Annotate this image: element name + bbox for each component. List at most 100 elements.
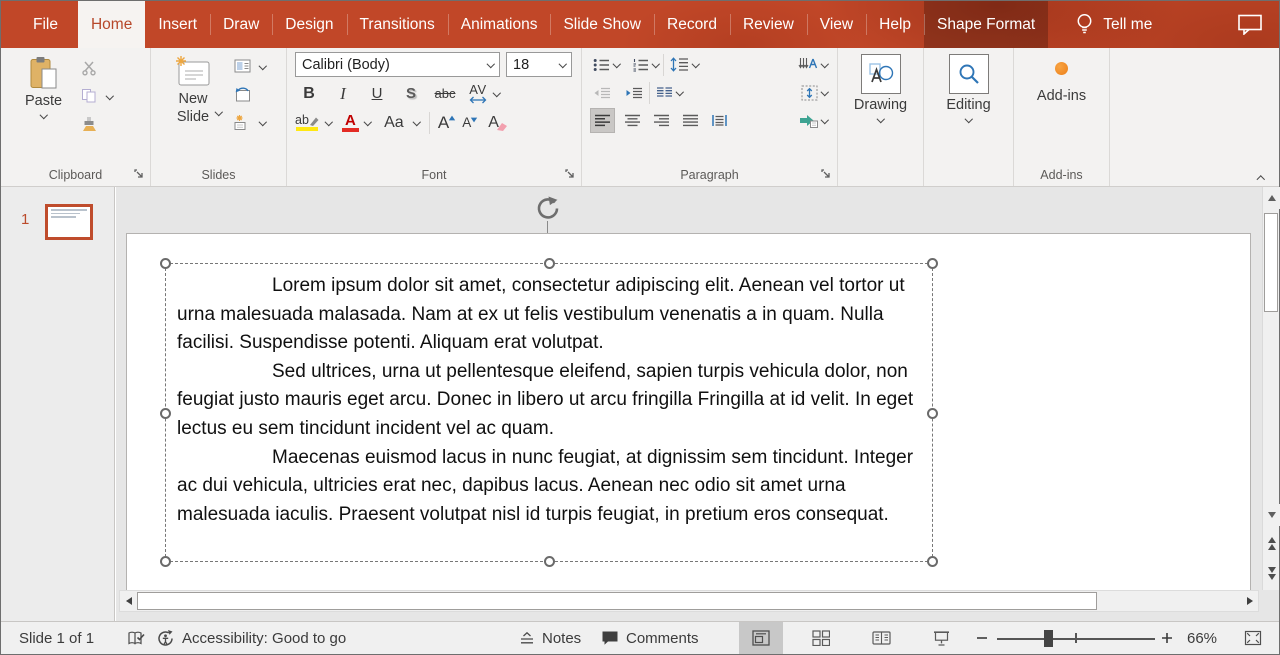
font-color-button[interactable]: A xyxy=(342,113,359,133)
bullets-chevron[interactable] xyxy=(613,61,621,68)
highlight-chevron[interactable] xyxy=(325,119,333,126)
bullets-button[interactable] xyxy=(590,52,613,77)
zoom-out-button[interactable] xyxy=(976,622,988,654)
copy-button[interactable] xyxy=(76,84,102,108)
font-size-combobox[interactable] xyxy=(506,52,572,77)
tab-insert[interactable]: Insert xyxy=(145,1,210,48)
tab-view[interactable]: View xyxy=(807,1,866,48)
resize-handle-middle-left[interactable] xyxy=(160,408,171,419)
font-size-chevron[interactable] xyxy=(559,61,567,68)
scroll-down-button[interactable] xyxy=(1263,504,1280,526)
section-button[interactable] xyxy=(229,110,255,134)
underline-button[interactable]: U xyxy=(363,81,391,106)
increase-font-size-button[interactable]: A xyxy=(438,114,449,131)
text-shadow-button[interactable]: S xyxy=(397,81,425,106)
tell-me-button[interactable]: Tell me xyxy=(1076,1,1152,48)
slide-thumbnail[interactable] xyxy=(45,204,93,240)
next-slide-button[interactable] xyxy=(1263,559,1280,588)
vertical-scroll-thumb[interactable] xyxy=(1264,213,1278,312)
highlight-color-button[interactable]: ab xyxy=(295,114,320,131)
tab-help[interactable]: Help xyxy=(866,1,924,48)
editing-button[interactable] xyxy=(949,54,989,94)
clipboard-dialog-launcher[interactable] xyxy=(133,168,145,180)
horizontal-scroll-thumb[interactable] xyxy=(137,592,1097,610)
change-case-button[interactable]: Aa xyxy=(380,110,408,135)
strikethrough-button[interactable]: abc xyxy=(431,81,459,106)
tab-animations[interactable]: Animations xyxy=(448,1,551,48)
resize-handle-middle-right[interactable] xyxy=(927,408,938,419)
drawing-button[interactable] xyxy=(861,54,901,94)
slide-show-button[interactable] xyxy=(919,622,963,654)
text-box-content[interactable]: Lorem ipsum dolor sit amet, consectetur … xyxy=(166,264,932,529)
drawing-chevron[interactable] xyxy=(877,116,885,123)
align-text-button[interactable] xyxy=(798,80,821,105)
font-size-input[interactable] xyxy=(513,57,559,73)
comments-button[interactable]: Comments xyxy=(601,622,699,654)
decrease-indent-button[interactable] xyxy=(590,80,614,105)
font-name-combobox[interactable] xyxy=(295,52,500,77)
tab-design[interactable]: Design xyxy=(272,1,346,48)
previous-slide-button[interactable] xyxy=(1263,529,1280,558)
tab-transitions[interactable]: Transitions xyxy=(347,1,448,48)
increase-indent-button[interactable] xyxy=(622,80,646,105)
tab-slide-show[interactable]: Slide Show xyxy=(550,1,654,48)
reset-slide-button[interactable] xyxy=(229,82,255,106)
tab-draw[interactable]: Draw xyxy=(210,1,272,48)
align-center-button[interactable] xyxy=(621,108,644,133)
text-direction-button[interactable] xyxy=(795,52,821,77)
paste-dropdown-chevron[interactable] xyxy=(40,112,48,119)
resize-handle-top-right[interactable] xyxy=(927,258,938,269)
decrease-font-size-button[interactable]: A xyxy=(462,116,471,130)
reading-view-button[interactable] xyxy=(859,622,903,654)
normal-view-button[interactable] xyxy=(739,622,783,654)
scroll-up-button[interactable] xyxy=(1263,187,1280,209)
character-spacing-button[interactable]: AV xyxy=(469,83,487,104)
justify-button[interactable] xyxy=(679,108,702,133)
numbering-button[interactable] xyxy=(629,52,652,77)
editing-chevron[interactable] xyxy=(965,116,973,123)
vertical-scrollbar[interactable] xyxy=(1262,187,1279,590)
layout-dropdown-chevron[interactable] xyxy=(259,63,267,70)
text-direction-chevron[interactable] xyxy=(821,61,829,68)
notes-button[interactable]: Notes xyxy=(519,622,581,654)
tab-record[interactable]: Record xyxy=(654,1,730,48)
resize-handle-bottom-center[interactable] xyxy=(544,556,555,567)
align-right-button[interactable] xyxy=(650,108,673,133)
bold-button[interactable]: B xyxy=(295,81,323,106)
fit-slide-to-window-button[interactable] xyxy=(1244,622,1262,654)
clear-formatting-button[interactable]: A xyxy=(488,115,499,131)
selected-text-box[interactable]: Lorem ipsum dolor sit amet, consectetur … xyxy=(165,263,933,562)
collapse-ribbon-chevron[interactable] xyxy=(1257,174,1265,181)
horizontal-scrollbar[interactable] xyxy=(119,590,1259,612)
line-spacing-button[interactable] xyxy=(667,52,692,77)
slide-canvas[interactable]: Lorem ipsum dolor sit amet, consectetur … xyxy=(126,233,1251,591)
smartart-chevron[interactable] xyxy=(821,117,829,124)
slide-sorter-view-button[interactable] xyxy=(799,622,843,654)
rotate-handle-icon[interactable] xyxy=(535,195,561,221)
italic-button[interactable]: I xyxy=(329,81,357,106)
cut-button[interactable] xyxy=(76,56,102,80)
paste-button[interactable]: Paste xyxy=(17,52,70,164)
zoom-in-button[interactable] xyxy=(1161,622,1173,654)
spell-check-button[interactable] xyxy=(127,622,145,654)
addins-button[interactable]: Add-ins xyxy=(1037,88,1086,104)
section-dropdown-chevron[interactable] xyxy=(259,119,267,126)
tab-home[interactable]: Home xyxy=(78,1,145,48)
change-case-chevron[interactable] xyxy=(413,119,421,126)
font-dialog-launcher[interactable] xyxy=(564,168,576,180)
font-color-chevron[interactable] xyxy=(364,119,372,126)
zoom-slider-thumb[interactable] xyxy=(1044,630,1053,647)
columns-chevron[interactable] xyxy=(676,89,684,96)
align-text-chevron[interactable] xyxy=(821,89,829,96)
new-slide-button[interactable]: New Slide xyxy=(161,52,225,164)
slide-layout-button[interactable] xyxy=(229,54,255,78)
character-spacing-chevron[interactable] xyxy=(493,90,501,97)
resize-handle-bottom-left[interactable] xyxy=(160,556,171,567)
tab-review[interactable]: Review xyxy=(730,1,807,48)
resize-handle-bottom-right[interactable] xyxy=(927,556,938,567)
resize-handle-top-left[interactable] xyxy=(160,258,171,269)
new-slide-dropdown-chevron[interactable] xyxy=(215,109,223,116)
paragraph-dialog-launcher[interactable] xyxy=(820,168,832,180)
line-spacing-chevron[interactable] xyxy=(692,61,700,68)
scroll-right-button[interactable] xyxy=(1241,591,1258,611)
